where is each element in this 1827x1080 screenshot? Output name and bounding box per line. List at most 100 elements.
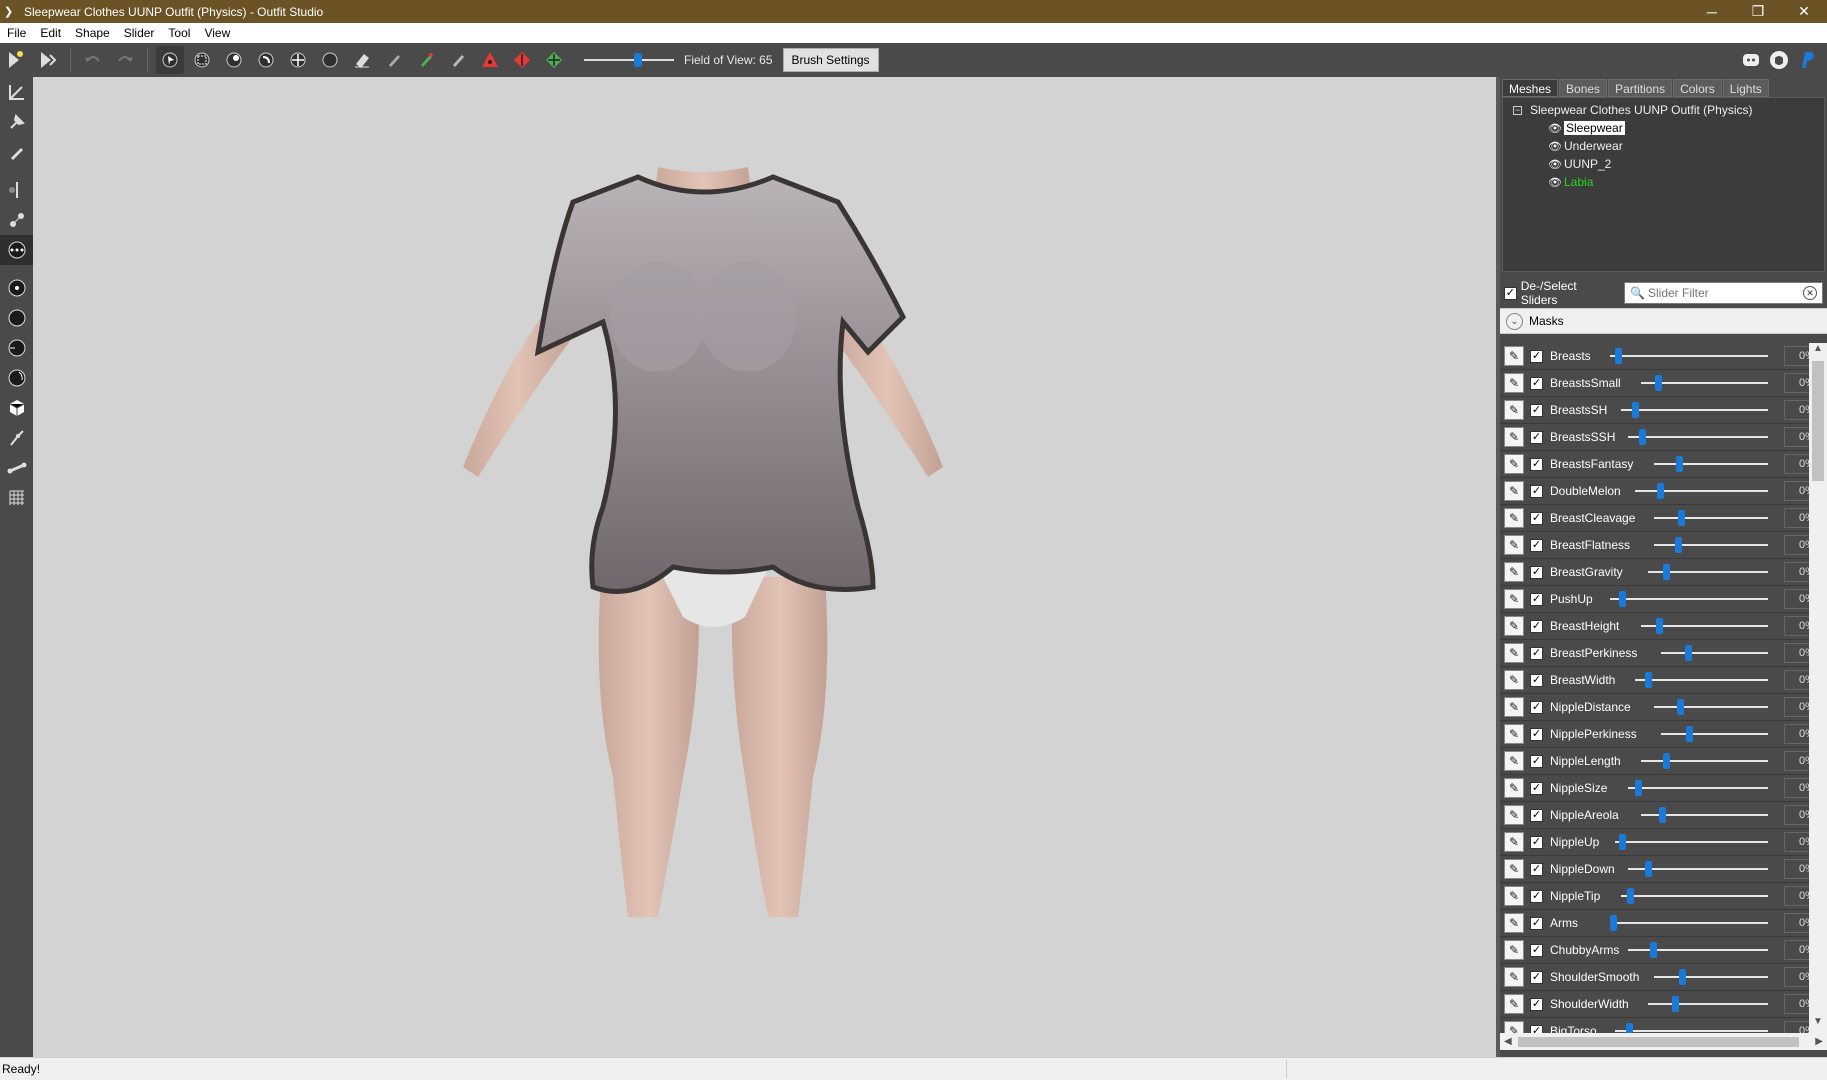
- alpha-paint-icon[interactable]: [444, 46, 472, 74]
- weight-paint-icon[interactable]: [380, 46, 408, 74]
- slider-thumb[interactable]: [1635, 780, 1642, 796]
- slider-track[interactable]: [1661, 652, 1768, 654]
- menu-file[interactable]: File: [0, 26, 33, 40]
- slider-checkbox[interactable]: ✓: [1530, 457, 1543, 471]
- edit-slider-icon[interactable]: ✎: [1504, 778, 1524, 798]
- slider-checkbox[interactable]: ✓: [1530, 673, 1543, 687]
- slider-checkbox[interactable]: ✓: [1530, 646, 1543, 660]
- slider-checkbox[interactable]: ✓: [1530, 916, 1543, 930]
- slider-thumb[interactable]: [1663, 564, 1671, 580]
- visibility-eye-icon[interactable]: 👁: [1548, 122, 1564, 135]
- slider-thumb[interactable]: [1614, 348, 1622, 364]
- slider-track[interactable]: [1610, 598, 1768, 600]
- edit-slider-icon[interactable]: ✎: [1504, 643, 1524, 663]
- toggle-lighting-icon[interactable]: [0, 333, 33, 363]
- slider-value-field[interactable]: 0%: [1784, 562, 1809, 582]
- show-vertices-icon[interactable]: [0, 273, 33, 303]
- slider-value-field[interactable]: 0%: [1784, 913, 1809, 933]
- edit-slider-icon[interactable]: ✎: [1504, 481, 1524, 501]
- visibility-eye-icon[interactable]: 👁: [1548, 140, 1564, 153]
- slider-value-field[interactable]: 0%: [1784, 373, 1809, 393]
- slider-checkbox[interactable]: ✓: [1530, 700, 1543, 714]
- slider-value-field[interactable]: 0%: [1784, 805, 1809, 825]
- slider-value-field[interactable]: 0%: [1784, 400, 1809, 420]
- slider-value-field[interactable]: 0%: [1784, 697, 1809, 717]
- slider-thumb[interactable]: [1677, 699, 1685, 715]
- slider-value-field[interactable]: 0%: [1784, 535, 1809, 555]
- slider-checkbox[interactable]: ✓: [1530, 781, 1543, 795]
- mask-tool-icon[interactable]: [188, 46, 216, 74]
- visibility-eye-icon[interactable]: 👁: [1548, 158, 1564, 171]
- undo-icon[interactable]: [79, 46, 107, 74]
- toggle-masks-icon[interactable]: [0, 393, 33, 423]
- slider-thumb[interactable]: [1674, 537, 1682, 553]
- slider-thumb[interactable]: [1678, 510, 1686, 526]
- edit-slider-icon[interactable]: ✎: [1504, 535, 1524, 555]
- slider-track[interactable]: [1634, 490, 1768, 492]
- slider-thumb[interactable]: [1631, 402, 1639, 418]
- clear-filter-icon[interactable]: ✕: [1803, 286, 1817, 300]
- slider-thumb[interactable]: [1619, 591, 1627, 607]
- mesh-item-uunp-2[interactable]: 👁 UUNP_2: [1503, 155, 1824, 173]
- mesh-item-underwear[interactable]: 👁 Underwear: [1503, 137, 1824, 155]
- slider-thumb[interactable]: [1671, 996, 1679, 1012]
- slider-value-field[interactable]: 0%: [1784, 940, 1809, 960]
- color-paint-icon[interactable]: [412, 46, 440, 74]
- slider-checkbox[interactable]: ✓: [1530, 376, 1543, 390]
- edit-slider-icon[interactable]: ✎: [1504, 886, 1524, 906]
- slider-checkbox[interactable]: ✓: [1530, 403, 1543, 417]
- slider-checkbox[interactable]: ✓: [1530, 808, 1543, 822]
- show-bones-icon[interactable]: [0, 423, 33, 453]
- slider-value-field[interactable]: 0%: [1784, 616, 1809, 636]
- select-tool-icon[interactable]: [156, 46, 184, 74]
- slider-value-field[interactable]: 0%: [1784, 859, 1809, 879]
- 3d-viewport[interactable]: [33, 77, 1496, 1057]
- edit-slider-icon[interactable]: ✎: [1504, 400, 1524, 420]
- slider-thumb[interactable]: [1655, 375, 1663, 391]
- inflate-tool-icon[interactable]: [220, 46, 248, 74]
- slider-value-field[interactable]: 0%: [1784, 778, 1809, 798]
- slider-checkbox[interactable]: ✓: [1530, 538, 1543, 552]
- deselect-sliders-checkbox[interactable]: ✓: [1504, 286, 1517, 300]
- slider-value-field[interactable]: 0%: [1784, 589, 1809, 609]
- edit-slider-icon[interactable]: ✎: [1504, 967, 1524, 987]
- global-brush-icon[interactable]: [0, 235, 33, 265]
- slider-thumb[interactable]: [1658, 807, 1666, 823]
- slider-filter-input[interactable]: [1648, 286, 1803, 300]
- edit-slider-icon[interactable]: ✎: [1504, 994, 1524, 1014]
- edit-slider-icon[interactable]: ✎: [1504, 616, 1524, 636]
- slider-thumb[interactable]: [1685, 726, 1693, 742]
- slider-track[interactable]: [1661, 733, 1768, 735]
- pivot-tool-icon[interactable]: [0, 107, 33, 137]
- scroll-right-icon[interactable]: ▶: [1815, 1036, 1823, 1047]
- edit-slider-icon[interactable]: ✎: [1504, 589, 1524, 609]
- close-button[interactable]: ✕: [1781, 0, 1827, 23]
- slider-track[interactable]: [1654, 463, 1768, 465]
- paypal-icon[interactable]: [1793, 46, 1821, 74]
- show-grid-icon[interactable]: [0, 483, 33, 513]
- edit-slider-icon[interactable]: ✎: [1504, 832, 1524, 852]
- slider-thumb[interactable]: [1645, 672, 1653, 688]
- brush-settings-button[interactable]: Brush Settings: [782, 48, 879, 72]
- masks-header[interactable]: ⌄ Masks: [1500, 308, 1827, 334]
- edit-slider-icon[interactable]: ✎: [1504, 508, 1524, 528]
- slider-track[interactable]: [1654, 517, 1768, 519]
- scroll-down-icon[interactable]: ▼: [1809, 1016, 1827, 1033]
- edit-slider-icon[interactable]: ✎: [1504, 913, 1524, 933]
- vertex-select-icon[interactable]: [0, 137, 33, 167]
- slider-track[interactable]: [1654, 976, 1768, 978]
- new-project-icon[interactable]: [2, 46, 30, 74]
- slider-track[interactable]: [1621, 895, 1768, 897]
- slider-thumb[interactable]: [1657, 483, 1665, 499]
- slider-checkbox[interactable]: ✓: [1530, 754, 1543, 768]
- menu-view[interactable]: View: [197, 26, 237, 40]
- slider-track[interactable]: [1610, 922, 1768, 924]
- connected-only-icon[interactable]: [0, 205, 33, 235]
- edit-slider-icon[interactable]: ✎: [1504, 751, 1524, 771]
- toggle-textures-icon[interactable]: [0, 363, 33, 393]
- slider-value-field[interactable]: 0%: [1784, 832, 1809, 852]
- slider-thumb[interactable]: [1627, 888, 1635, 904]
- deflate-tool-icon[interactable]: [252, 46, 280, 74]
- scrollbar-thumb[interactable]: [1518, 1037, 1799, 1047]
- open-project-icon[interactable]: [34, 46, 62, 74]
